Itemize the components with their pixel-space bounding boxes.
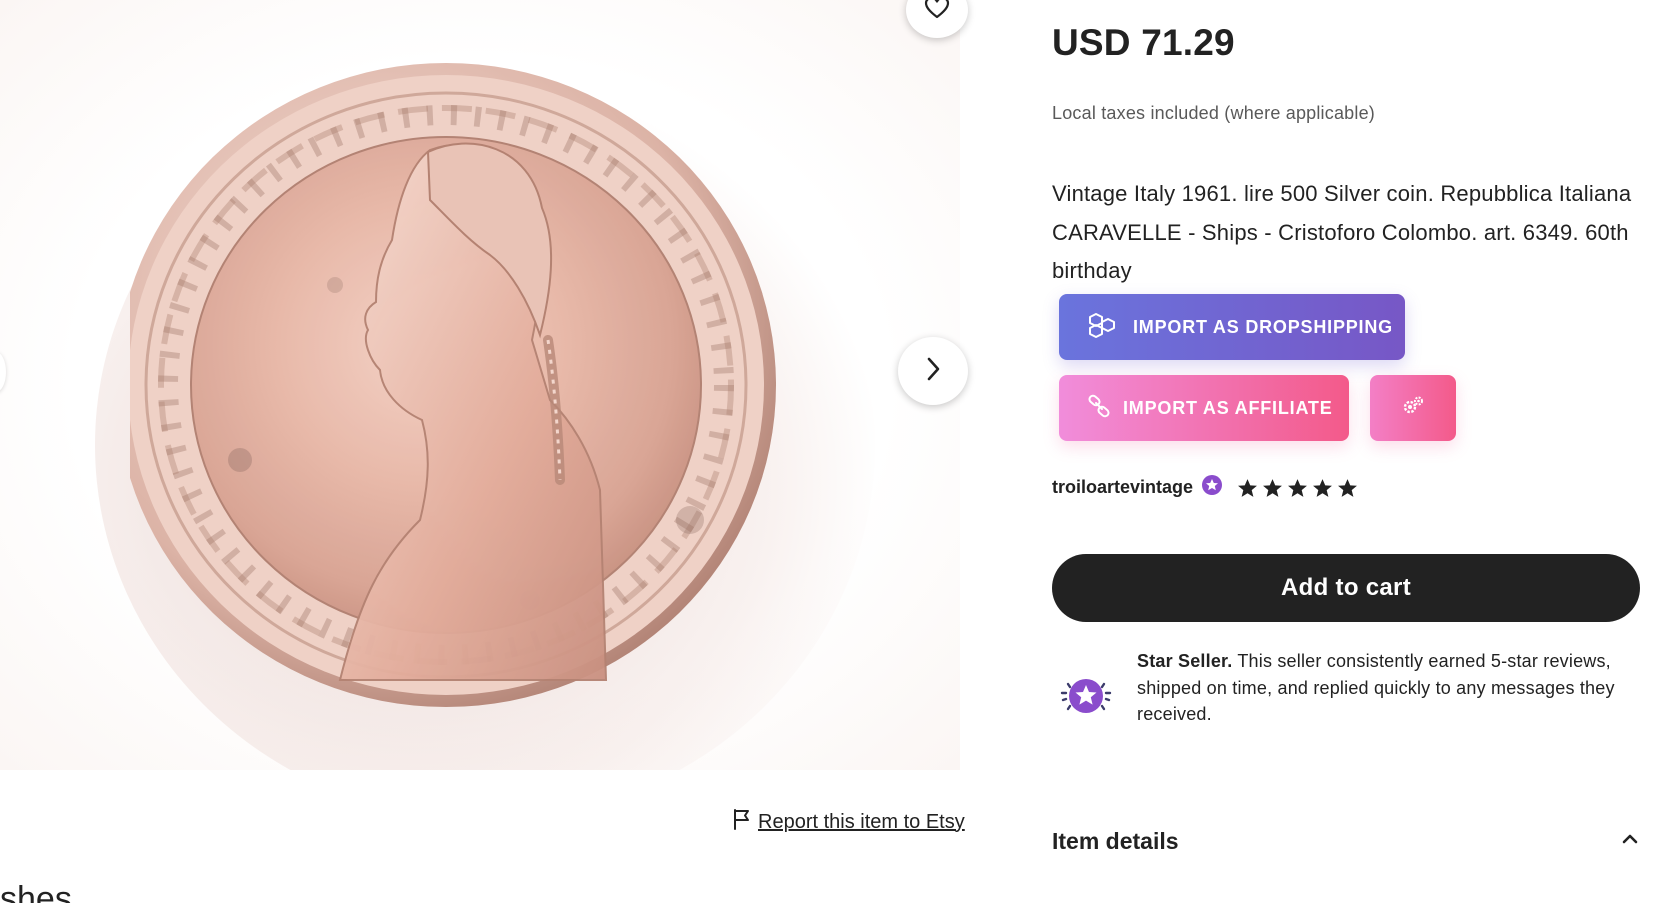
next-image-button[interactable] (898, 337, 968, 405)
import-dropshipping-label: IMPORT AS DROPSHIPPING (1133, 316, 1393, 337)
boxes-icon (1087, 312, 1117, 343)
import-affiliate-label: IMPORT AS AFFILIATE (1123, 397, 1333, 418)
report-item-label: Report this item to Etsy (758, 810, 965, 833)
add-to-cart-button[interactable]: Add to cart (1052, 554, 1640, 622)
flag-icon (732, 808, 752, 836)
import-dropshipping-button[interactable]: IMPORT AS DROPSHIPPING (1059, 294, 1405, 360)
star-icon (1313, 478, 1332, 497)
star-icon (1288, 478, 1307, 497)
link-icon (1087, 394, 1111, 423)
star-icon (1263, 478, 1282, 497)
import-settings-button[interactable] (1370, 375, 1456, 441)
buy-box: USD 71.29 Local taxes included (where ap… (1052, 0, 1652, 903)
chevron-right-icon (922, 355, 944, 388)
coin-image (130, 63, 776, 707)
star-seller-small-icon (1201, 474, 1223, 501)
price: USD 71.29 (1052, 22, 1235, 63)
listing-title: Vintage Italy 1961. lire 500 Silver coin… (1052, 181, 1632, 283)
seller-info: troiloartevintage (1052, 474, 1358, 501)
star-seller-description: Star Seller. This seller consistently ea… (1137, 648, 1637, 728)
seller-name-link[interactable]: troiloartevintage (1052, 477, 1193, 498)
taxes-note: Local taxes included (where applicable) (1052, 103, 1375, 123)
import-affiliate-button[interactable]: IMPORT AS AFFILIATE (1059, 375, 1349, 441)
item-details-toggle[interactable]: Item details (1052, 828, 1640, 855)
star-seller-heading: Star Seller. (1137, 651, 1233, 671)
gears-icon (1402, 396, 1424, 421)
heart-icon (924, 0, 950, 25)
item-details-heading: Item details (1052, 828, 1179, 854)
cut-off-heading: shes (0, 880, 72, 903)
rating-stars[interactable] (1237, 478, 1358, 498)
star-badge-icon (1054, 672, 1118, 725)
star-icon (1338, 478, 1357, 497)
report-item-link[interactable]: Report this item to Etsy (732, 808, 965, 836)
star-icon (1238, 478, 1257, 497)
chevron-up-icon (1620, 832, 1640, 851)
image-gallery (0, 0, 968, 770)
listing-photo[interactable] (0, 0, 960, 770)
